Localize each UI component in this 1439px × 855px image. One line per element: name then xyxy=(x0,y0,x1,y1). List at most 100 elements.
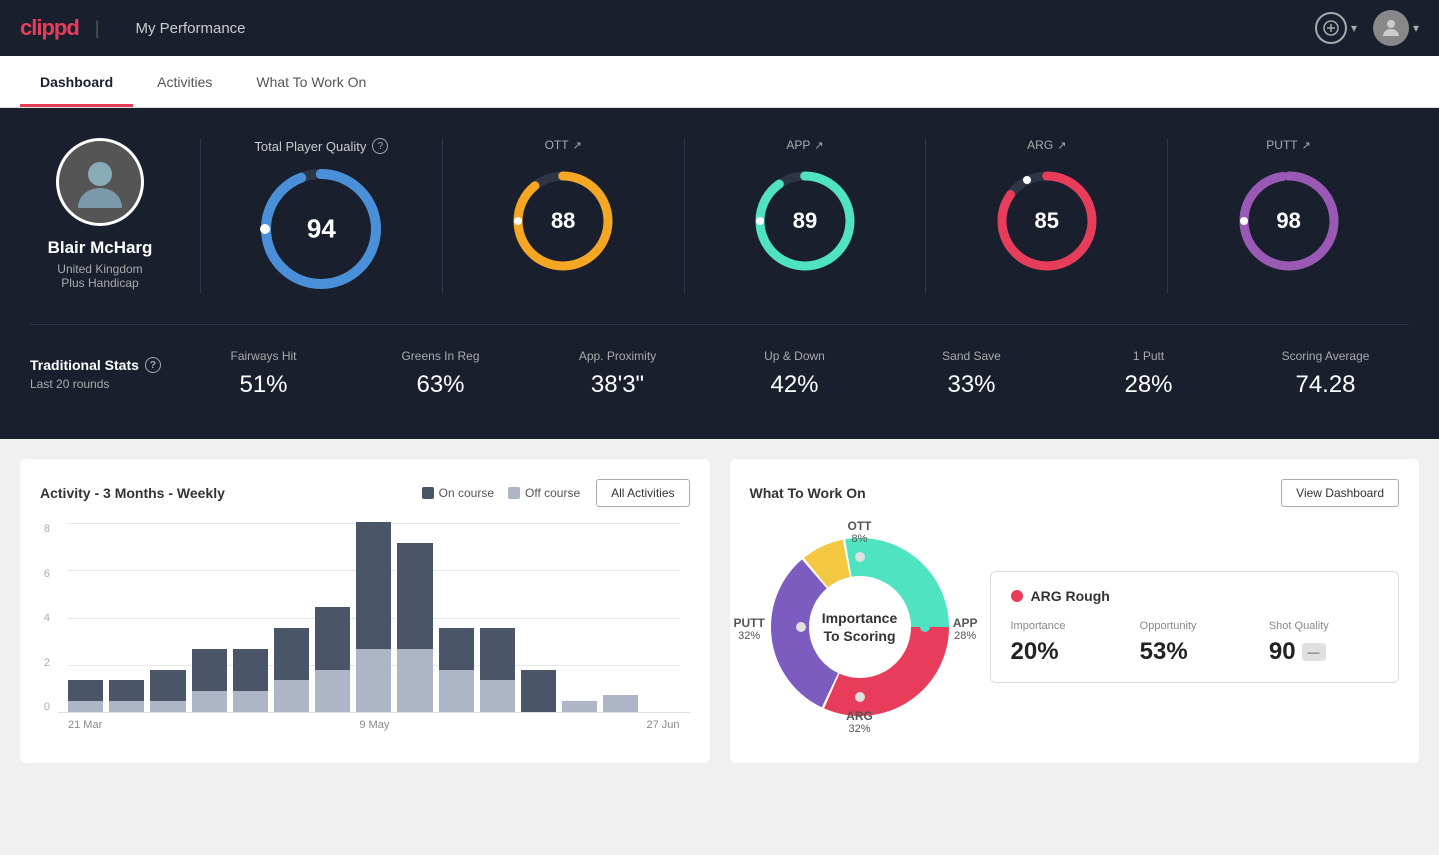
donut-label-putt: PUTT 32% xyxy=(734,616,765,642)
add-button-group[interactable]: ▾ xyxy=(1315,12,1357,44)
user-avatar[interactable] xyxy=(1373,10,1409,46)
app-arrow: ↗ xyxy=(814,139,823,152)
bar-stack-13 xyxy=(603,695,638,712)
ott-segment-value: 8% xyxy=(848,533,872,545)
metric-opportunity-label: Opportunity xyxy=(1140,620,1249,632)
y-label-6: 6 xyxy=(40,568,50,580)
add-button[interactable] xyxy=(1315,12,1347,44)
x-label-jun: 27 Jun xyxy=(646,719,679,731)
metric-shotquality-value: 90 xyxy=(1269,638,1296,666)
stat-updown: Up & Down 42% xyxy=(711,349,878,399)
metric-shotquality-row: 90 — xyxy=(1269,638,1378,666)
bar-group-0 xyxy=(68,680,103,712)
stat-sandsave: Sand Save 33% xyxy=(888,349,1055,399)
putt-value: 98 xyxy=(1276,208,1300,234)
tab-activities[interactable]: Activities xyxy=(137,56,232,107)
wtwo-card: What To Work On View Dashboard xyxy=(730,459,1420,763)
traditional-stats: Traditional Stats ? Last 20 rounds Fairw… xyxy=(30,324,1409,399)
bar-on-11 xyxy=(521,670,556,712)
legend-off-course: Off course xyxy=(508,486,580,500)
bar-off-4 xyxy=(233,691,268,712)
putt-arrow: ↗ xyxy=(1302,139,1311,152)
legend-on-dot xyxy=(422,487,434,499)
tab-dashboard[interactable]: Dashboard xyxy=(20,56,133,107)
all-activities-button[interactable]: All Activities xyxy=(596,479,689,507)
trad-stats-label: Traditional Stats ? Last 20 rounds xyxy=(30,357,170,391)
bar-group-11 xyxy=(521,670,556,712)
wtwo-header: What To Work On View Dashboard xyxy=(750,479,1400,507)
bar-on-6 xyxy=(315,607,350,670)
stat-updown-value: 42% xyxy=(711,371,878,399)
ott-value: 88 xyxy=(551,208,575,234)
bar-on-5 xyxy=(274,628,309,680)
bar-off-2 xyxy=(150,701,185,712)
arg-gauge: 85 xyxy=(992,166,1102,276)
tpq-header: Total Player Quality ? xyxy=(254,138,388,154)
tab-what-to-work-on[interactable]: What To Work On xyxy=(236,56,386,107)
x-label-may: 9 May xyxy=(359,719,389,731)
stat-scoring-value: 74.28 xyxy=(1242,371,1409,399)
hero-section: Blair McHarg United Kingdom Plus Handica… xyxy=(0,108,1439,439)
quality-putt: PUTT ↗ 98 xyxy=(1168,138,1409,294)
tpq-help-icon[interactable]: ? xyxy=(372,138,388,154)
y-label-0: 0 xyxy=(40,701,50,713)
stat-sandsave-value: 33% xyxy=(888,371,1055,399)
bar-group-12 xyxy=(562,701,597,712)
bar-off-7 xyxy=(356,649,391,712)
metric-shotquality-label: Shot Quality xyxy=(1269,620,1378,632)
stat-fairways: Fairways Hit 51% xyxy=(180,349,347,399)
trad-stats-period: Last 20 rounds xyxy=(30,377,170,391)
activity-header: Activity - 3 Months - Weekly On course O… xyxy=(40,479,690,507)
bar-on-4 xyxy=(233,649,268,691)
metric-shotquality: Shot Quality 90 — xyxy=(1269,620,1378,666)
bar-group-4 xyxy=(233,649,268,712)
ott-gauge: 88 xyxy=(508,166,618,276)
legend-off-dot xyxy=(508,487,520,499)
bar-off-10 xyxy=(480,680,515,712)
donut-label-app: APP 28% xyxy=(953,616,978,642)
stat-sandsave-name: Sand Save xyxy=(888,349,1055,363)
donut-chart: ImportanceTo Scoring OTT 8% APP 28% ARG … xyxy=(750,517,970,737)
wtwo-title: What To Work On xyxy=(750,485,866,501)
view-dashboard-button[interactable]: View Dashboard xyxy=(1281,479,1399,507)
metric-importance-value: 20% xyxy=(1011,638,1120,666)
metric-importance: Importance 20% xyxy=(1011,620,1120,666)
y-label-2: 2 xyxy=(40,657,50,669)
bar-off-12 xyxy=(562,701,597,712)
bar-group-10 xyxy=(480,628,515,712)
user-dropdown-arrow[interactable]: ▾ xyxy=(1413,21,1419,35)
activity-title: Activity - 3 Months - Weekly xyxy=(40,485,225,501)
trad-stats-help-icon[interactable]: ? xyxy=(145,357,161,373)
x-label-mar: 21 Mar xyxy=(68,719,102,731)
add-dropdown-arrow[interactable]: ▾ xyxy=(1351,21,1357,35)
chart-area: 8 6 4 2 0 xyxy=(40,523,690,743)
bar-group-9 xyxy=(439,628,474,712)
app-gauge: 89 xyxy=(750,166,860,276)
stat-oneputt-name: 1 Putt xyxy=(1065,349,1232,363)
bar-stack-5 xyxy=(274,628,309,712)
user-menu[interactable]: ▾ xyxy=(1373,10,1419,46)
app-segment-value: 28% xyxy=(953,630,978,642)
arg-rough-dot xyxy=(1011,590,1023,602)
bar-group-13 xyxy=(603,695,638,712)
putt-label: PUTT ↗ xyxy=(1266,138,1311,152)
logo[interactable]: clippd xyxy=(20,15,79,41)
bar-off-1 xyxy=(109,701,144,712)
putt-segment-label: PUTT xyxy=(734,616,765,630)
tpq-gauge: 94 xyxy=(256,164,386,294)
metric-shotquality-badge: — xyxy=(1302,643,1326,661)
page-title: My Performance xyxy=(135,20,245,37)
bar-stack-12 xyxy=(562,701,597,712)
stat-greens-name: Greens In Reg xyxy=(357,349,524,363)
app-label: APP ↗ xyxy=(786,138,823,152)
donut-label-ott: OTT 8% xyxy=(848,519,872,545)
bar-on-10 xyxy=(480,628,515,680)
arg-value: 85 xyxy=(1035,208,1059,234)
app-value: 89 xyxy=(793,208,817,234)
stat-proximity-value: 38'3" xyxy=(534,371,701,399)
nav-divider: | xyxy=(95,18,100,39)
bar-stack-1 xyxy=(109,680,144,712)
bar-group-5 xyxy=(274,628,309,712)
tpq-label: Total Player Quality xyxy=(254,139,366,154)
bar-on-0 xyxy=(68,680,103,701)
